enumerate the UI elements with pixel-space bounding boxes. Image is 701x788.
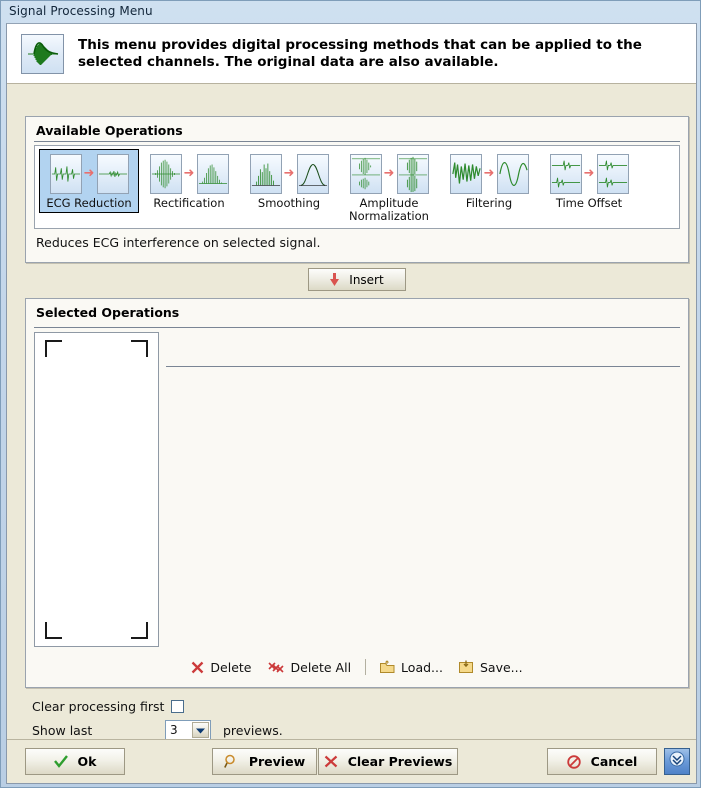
insert-button[interactable]: Insert [308, 268, 406, 291]
smoothing-icon: ➜ [249, 153, 329, 195]
delete-all-button[interactable]: Delete All [260, 658, 360, 677]
drop-target-corner-icon [45, 340, 62, 357]
time-offset-icon: ➜ [549, 153, 629, 195]
operation-time-offset[interactable]: ➜ Time Offset [539, 149, 639, 213]
signal-envelope-icon [21, 33, 64, 74]
operation-label: Amplitude Normalization [349, 196, 429, 223]
preview-button-label: Preview [248, 754, 306, 769]
load-button[interactable]: Load... [372, 658, 451, 677]
selected-operations-title: Selected Operations [36, 305, 180, 320]
chevron-double-down-icon [669, 751, 685, 772]
arrow-right-icon: ➜ [383, 166, 395, 181]
ok-button-label: Ok [77, 754, 97, 769]
available-operations-rule [34, 141, 680, 142]
filtering-icon: ➜ [449, 153, 529, 195]
selected-operations-toolbar: Delete Delete All Load... Save... [34, 655, 680, 679]
operation-description: Reduces ECG interference on selected sig… [36, 235, 321, 250]
no-entry-icon [566, 754, 581, 769]
previews-count-value: 3 [170, 723, 178, 737]
selected-operations-detail-divider [166, 366, 680, 367]
cancel-button[interactable]: Cancel [547, 748, 657, 775]
down-arrow-icon [330, 272, 340, 287]
operation-ecg-reduction[interactable]: ➜ ECG Reduction [39, 149, 139, 213]
operation-filtering[interactable]: ➜ Filtering [439, 149, 539, 213]
delete-button[interactable]: Delete [183, 658, 259, 677]
clear-processing-label: Clear processing first [32, 699, 165, 714]
delete-button-label: Delete [210, 659, 252, 675]
save-button[interactable]: Save... [451, 658, 531, 677]
chevron-down-icon[interactable] [192, 722, 209, 738]
cancel-button-label: Cancel [590, 754, 638, 769]
save-disk-icon [458, 660, 474, 674]
drop-target-corner-icon [131, 622, 148, 639]
arrow-right-icon: ➜ [183, 166, 195, 181]
banner-description: This menu provides digital processing me… [78, 36, 642, 70]
available-operations-list[interactable]: ➜ ECG Reduction ➜ Rectification ➜ Smooth… [34, 145, 680, 229]
dialog-footer: Ok Preview Clear Previews Cancel [7, 739, 696, 783]
preview-button[interactable]: Preview [212, 748, 317, 775]
insert-button-label: Insert [349, 272, 384, 287]
arrow-right-icon: ➜ [583, 166, 595, 181]
window-titlebar[interactable]: Signal Processing Menu [1, 1, 700, 22]
drop-target-corner-icon [131, 340, 148, 357]
operation-label: Rectification [153, 196, 225, 210]
load-button-label: Load... [401, 659, 443, 675]
folder-open-icon [380, 660, 395, 674]
window-title: Signal Processing Menu [9, 4, 153, 18]
header-banner: This menu provides digital processing me… [7, 24, 696, 84]
dialog-window: Signal Processing Menu This menu provide… [0, 0, 701, 788]
red-x-icon [324, 755, 338, 768]
operation-amplitude-normalization[interactable]: ➜ Amplitude Normalization [339, 149, 439, 226]
operation-smoothing[interactable]: ➜ Smoothing [239, 149, 339, 213]
show-last-label: Show last [32, 722, 93, 738]
save-button-label: Save... [479, 659, 523, 675]
delete-all-button-label: Delete All [290, 659, 352, 675]
operation-label: ECG Reduction [46, 196, 132, 210]
previews-label: previews. [223, 722, 283, 738]
green-check-icon [53, 755, 68, 768]
operation-rectification[interactable]: ➜ Rectification [139, 149, 239, 213]
ok-button[interactable]: Ok [25, 748, 125, 775]
expand-button[interactable] [664, 748, 690, 775]
show-last-previews-option: Show last 3 previews. [32, 720, 283, 740]
operation-label: Time Offset [555, 196, 623, 210]
amplitude-normalization-icon: ➜ [349, 153, 429, 195]
operation-label: Filtering [465, 196, 513, 210]
magnifier-icon [223, 754, 239, 769]
clear-processing-option[interactable]: Clear processing first [32, 699, 185, 714]
selected-operations-rule [34, 327, 680, 328]
red-x-icon [191, 661, 204, 674]
operation-label: Smoothing [257, 196, 321, 210]
clear-previews-button-label: Clear Previews [347, 754, 453, 769]
available-operations-panel: Available Operations ➜ ECG Reduction ➜ R… [25, 116, 689, 263]
available-operations-title: Available Operations [36, 123, 183, 138]
previews-count-select[interactable]: 3 [165, 720, 211, 740]
ecg-reduction-icon: ➜ [49, 153, 129, 195]
clear-processing-checkbox[interactable] [171, 700, 185, 713]
dialog-client-area: This menu provides digital processing me… [6, 23, 697, 784]
red-multi-x-icon [267, 661, 285, 674]
selected-operations-list[interactable] [34, 332, 159, 647]
arrow-right-icon: ➜ [83, 166, 95, 181]
clear-previews-button[interactable]: Clear Previews [318, 748, 458, 775]
arrow-right-icon: ➜ [483, 166, 495, 181]
drop-target-corner-icon [45, 622, 62, 639]
toolbar-separator [365, 659, 367, 675]
arrow-right-icon: ➜ [283, 166, 295, 181]
rectification-icon: ➜ [149, 153, 229, 195]
selected-operations-panel: Selected Operations Delete Delete All Lo… [25, 298, 689, 688]
